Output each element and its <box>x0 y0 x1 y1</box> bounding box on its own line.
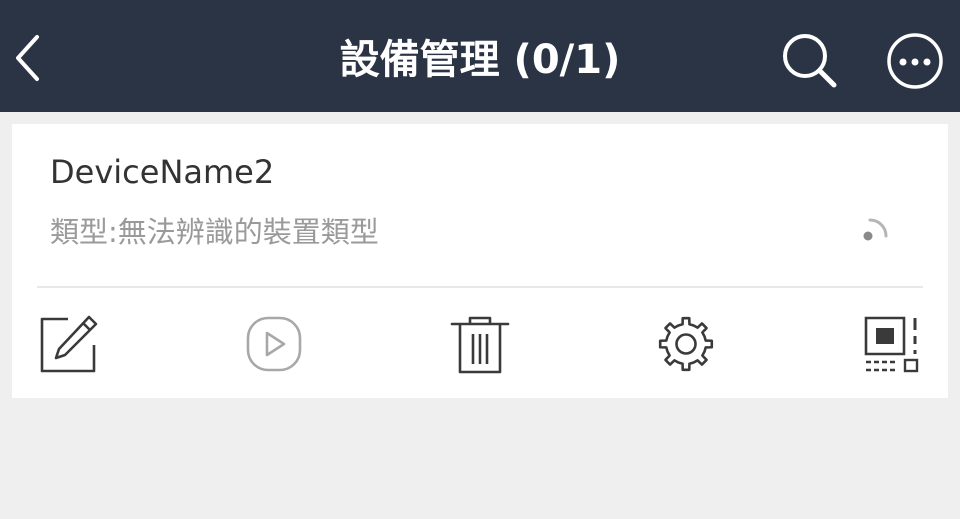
top-navigation-bar: 設備管理 (0/1) <box>0 0 960 112</box>
trash-icon <box>450 316 510 374</box>
back-button[interactable] <box>6 30 50 86</box>
device-name: DeviceName2 <box>50 153 275 191</box>
signal-icon <box>863 218 888 241</box>
gear-icon <box>658 316 714 372</box>
device-type-label: 類型:無法辨識的裝置類型 <box>50 215 379 249</box>
settings-button[interactable] <box>654 312 718 376</box>
edit-icon <box>40 315 98 373</box>
qr-code-icon <box>864 316 919 373</box>
search-icon <box>783 34 837 88</box>
chevron-left-icon <box>16 35 39 81</box>
play-icon <box>246 316 302 372</box>
delete-button[interactable] <box>448 312 512 376</box>
play-button[interactable] <box>242 312 306 376</box>
more-horizontal-icon <box>887 33 943 89</box>
divider <box>37 286 923 288</box>
edit-button[interactable] <box>36 312 100 376</box>
qr-code-button[interactable] <box>860 312 924 376</box>
more-options-button[interactable] <box>882 28 948 94</box>
device-card[interactable]: DeviceName2 類型:無法辨識的裝置類型 <box>12 124 948 398</box>
search-button[interactable] <box>776 30 842 90</box>
